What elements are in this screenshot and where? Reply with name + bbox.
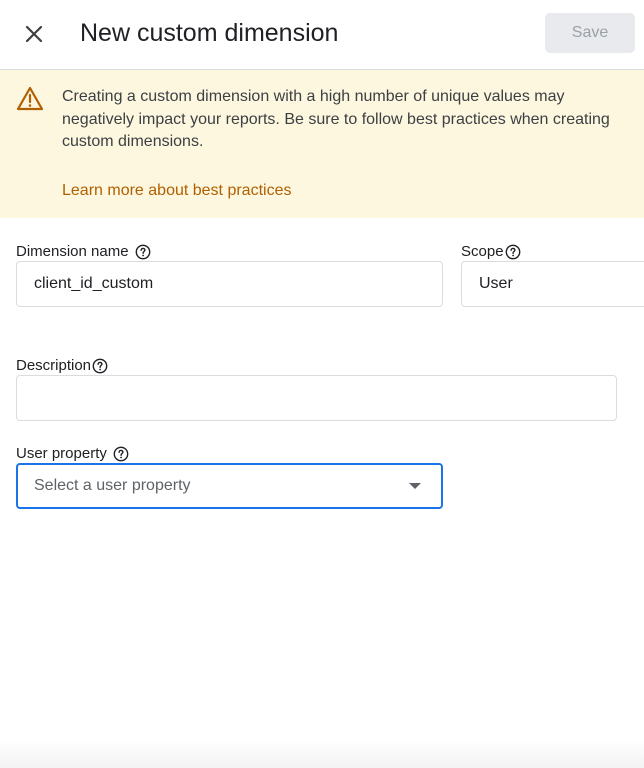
close-button[interactable] <box>18 18 50 50</box>
dimension-name-label: Dimension name <box>16 242 151 262</box>
bottom-shadow <box>0 740 644 768</box>
dropdown-arrow-icon <box>409 483 421 489</box>
dimension-name-label-text: Dimension name <box>16 243 129 260</box>
warning-icon <box>16 86 44 111</box>
dialog: New custom dimension Save Creating a cus… <box>0 0 644 768</box>
scope-label-text: Scope <box>461 243 504 260</box>
scope-value: User <box>479 275 513 292</box>
dimension-name-value: client_id_custom <box>34 275 154 292</box>
dimension-name-input[interactable]: client_id_custom <box>16 261 443 307</box>
dialog-header: New custom dimension Save <box>0 0 644 70</box>
user-property-label-text: User property <box>16 445 107 462</box>
save-button[interactable]: Save <box>545 13 635 53</box>
user-property-label: User property <box>16 444 129 464</box>
description-label-text: Description <box>16 357 92 374</box>
page-title: New custom dimension <box>80 19 339 47</box>
help-icon[interactable] <box>505 244 521 260</box>
help-icon[interactable] <box>113 446 129 462</box>
warning-message: Creating a custom dimension with a high … <box>62 88 610 150</box>
close-icon <box>25 25 43 43</box>
description-label: Description <box>16 356 108 376</box>
description-input[interactable] <box>16 375 617 421</box>
scope-label: Scope <box>461 242 521 262</box>
help-icon[interactable] <box>92 358 108 374</box>
learn-more-link[interactable]: Learn more about best practices <box>62 180 291 202</box>
help-icon[interactable] <box>135 244 151 260</box>
scope-select[interactable]: User <box>461 261 644 307</box>
user-property-placeholder: Select a user property <box>34 477 191 494</box>
user-property-select[interactable]: Select a user property <box>16 463 443 509</box>
